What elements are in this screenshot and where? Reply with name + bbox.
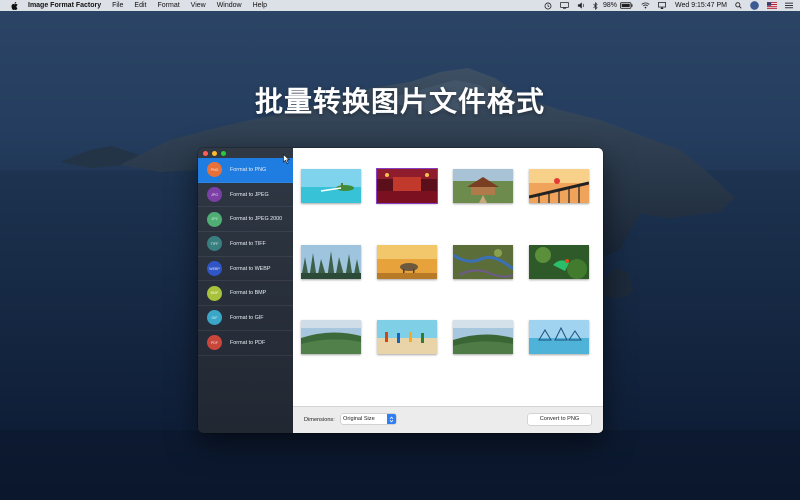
sidebar-item-label: Format to GIF [230,314,264,321]
sidebar-item-label: Format to JPEG 2000 [230,216,283,223]
clock[interactable]: Wed 9:15:47 PM [675,2,727,9]
format-list: PNG Format to PNG JPG Format to JPEG JP2 Form… [198,158,293,356]
edit-menu[interactable]: Edit [134,0,146,11]
window-menu[interactable]: Window [217,0,242,11]
user-avatar[interactable] [750,1,759,10]
format-badge-icon: JP2 [207,211,222,227]
island-lagoon-image[interactable] [301,169,361,203]
savanna-animal-image[interactable] [377,245,437,279]
sidebar-item-label: Format to TIFF [230,240,266,247]
search-icon[interactable] [735,2,742,9]
format-badge-icon: PDF [207,335,222,351]
beach-people-image[interactable] [377,320,437,354]
sidebar-item-jp2[interactable]: JP2 Format to JPEG 2000 [198,207,293,233]
window-controls [203,151,230,156]
sidebar-item-bmp[interactable]: BMP Format to BMP [198,281,293,307]
sea-tents-image[interactable] [529,320,589,354]
chevron-updown-icon [387,414,396,424]
format-sidebar: PNG Format to PNG JPG Format to JPEG JP2 Form… [198,148,293,433]
screen-mirroring-icon[interactable] [658,2,666,9]
convert-button[interactable]: Convert to PNG [528,414,591,425]
mouse-cursor-icon [283,154,290,164]
minimize-button[interactable] [212,151,217,156]
wifi-icon[interactable] [641,2,650,9]
aerial-river-image[interactable] [453,245,513,279]
sidebar-item-label: Format to WEBP [230,265,271,272]
green-bird-image[interactable] [529,245,589,279]
zoom-button[interactable] [221,151,226,156]
menu-bar: Image Format Factory File Edit Format Vi… [0,0,800,11]
format-badge-icon: GIF [207,310,222,326]
close-button[interactable] [203,151,208,156]
menu-extras: 98% Wed 9:15:47 PM [536,0,793,11]
sidebar-item-label: Format to JPEG [230,191,269,198]
format-menu[interactable]: Format [157,0,179,11]
promo-headline: 批量转换图片文件格式 [254,86,545,117]
view-menu[interactable]: View [191,0,206,11]
sidebar-item-tiff[interactable]: TIFF Format to TIFF [198,232,293,257]
app-window: PNG Format to PNG JPG Format to JPEG JP2 Form… [198,148,603,433]
valley-landscape-image[interactable] [301,320,361,354]
format-badge-icon: BMP [207,285,222,301]
app-menu[interactable]: Image Format Factory [28,0,101,11]
bluetooth-icon[interactable] [593,1,598,10]
volume-icon[interactable] [577,2,585,9]
input-source-flag-icon[interactable] [767,2,777,9]
file-menu[interactable]: File [112,0,123,11]
bottom-toolbar: Dimensions: Original Size Convert to PNG [293,406,603,433]
bridge-sunset-image[interactable] [529,169,589,203]
format-badge-icon: JPG [207,187,222,203]
sidebar-item-pdf[interactable]: PDF Format to PDF [198,331,293,356]
valley-landscape-image-2[interactable] [453,320,513,354]
theater-interior-image[interactable] [376,168,438,204]
apple-logo-icon[interactable] [10,1,19,10]
display-icon[interactable] [559,2,569,9]
sidebar-item-gif[interactable]: GIF Format to GIF [198,306,293,331]
battery-icon[interactable] [619,2,633,9]
battery-percentage: 98% [602,2,617,9]
dimensions-value: Original Size [343,416,375,422]
help-menu[interactable]: Help [253,0,267,11]
sidebar-item-jpg[interactable]: JPG Format to JPEG [198,183,293,208]
sidebar-item-label: Format to BMP [230,290,267,297]
format-badge-icon: TIFF [207,236,222,252]
image-grid-area: Dimensions: Original Size Convert to PNG [293,148,603,433]
dimensions-select[interactable]: Original Size [341,414,396,424]
time-machine-icon[interactable] [544,2,552,10]
sidebar-item-png[interactable]: PNG Format to PNG [198,158,293,183]
control-center-icon[interactable] [785,2,793,9]
sidebar-item-webp[interactable]: WEBP Format to WEBP [198,257,293,282]
format-badge-icon: PNG [207,162,222,178]
sidebar-item-label: Format to PDF [230,339,266,346]
sidebar-item-label: Format to PNG [230,166,267,173]
dimensions-label: Dimensions: [304,417,335,423]
format-badge-icon: WEBP [207,261,222,277]
pavilion-path-image[interactable] [453,169,513,203]
karst-mountains-image[interactable] [301,245,361,279]
